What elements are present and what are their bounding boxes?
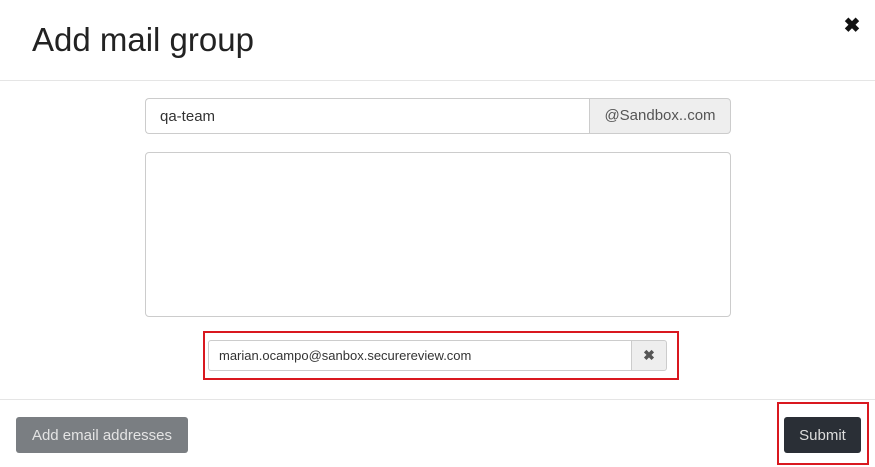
email-entry-row: ✖ [208, 340, 667, 371]
remove-email-icon[interactable]: ✖ [631, 340, 667, 371]
modal-title: Add mail group [32, 21, 254, 58]
add-email-addresses-button[interactable]: Add email addresses [16, 417, 188, 453]
email-entry-input[interactable] [208, 340, 631, 371]
add-mail-group-modal: Add mail group ✖ @Sandbox..com ✖ Add ema… [0, 0, 875, 467]
submit-button[interactable]: Submit [784, 417, 861, 453]
domain-suffix: @Sandbox..com [589, 98, 731, 134]
modal-header: Add mail group ✖ [0, 0, 875, 81]
email-addresses-textarea[interactable] [145, 152, 731, 317]
group-name-field: @Sandbox..com [145, 98, 731, 134]
modal-footer: Add email addresses Submit [0, 399, 875, 467]
group-name-input[interactable] [145, 98, 589, 134]
close-icon[interactable]: ✖ [842, 14, 862, 38]
